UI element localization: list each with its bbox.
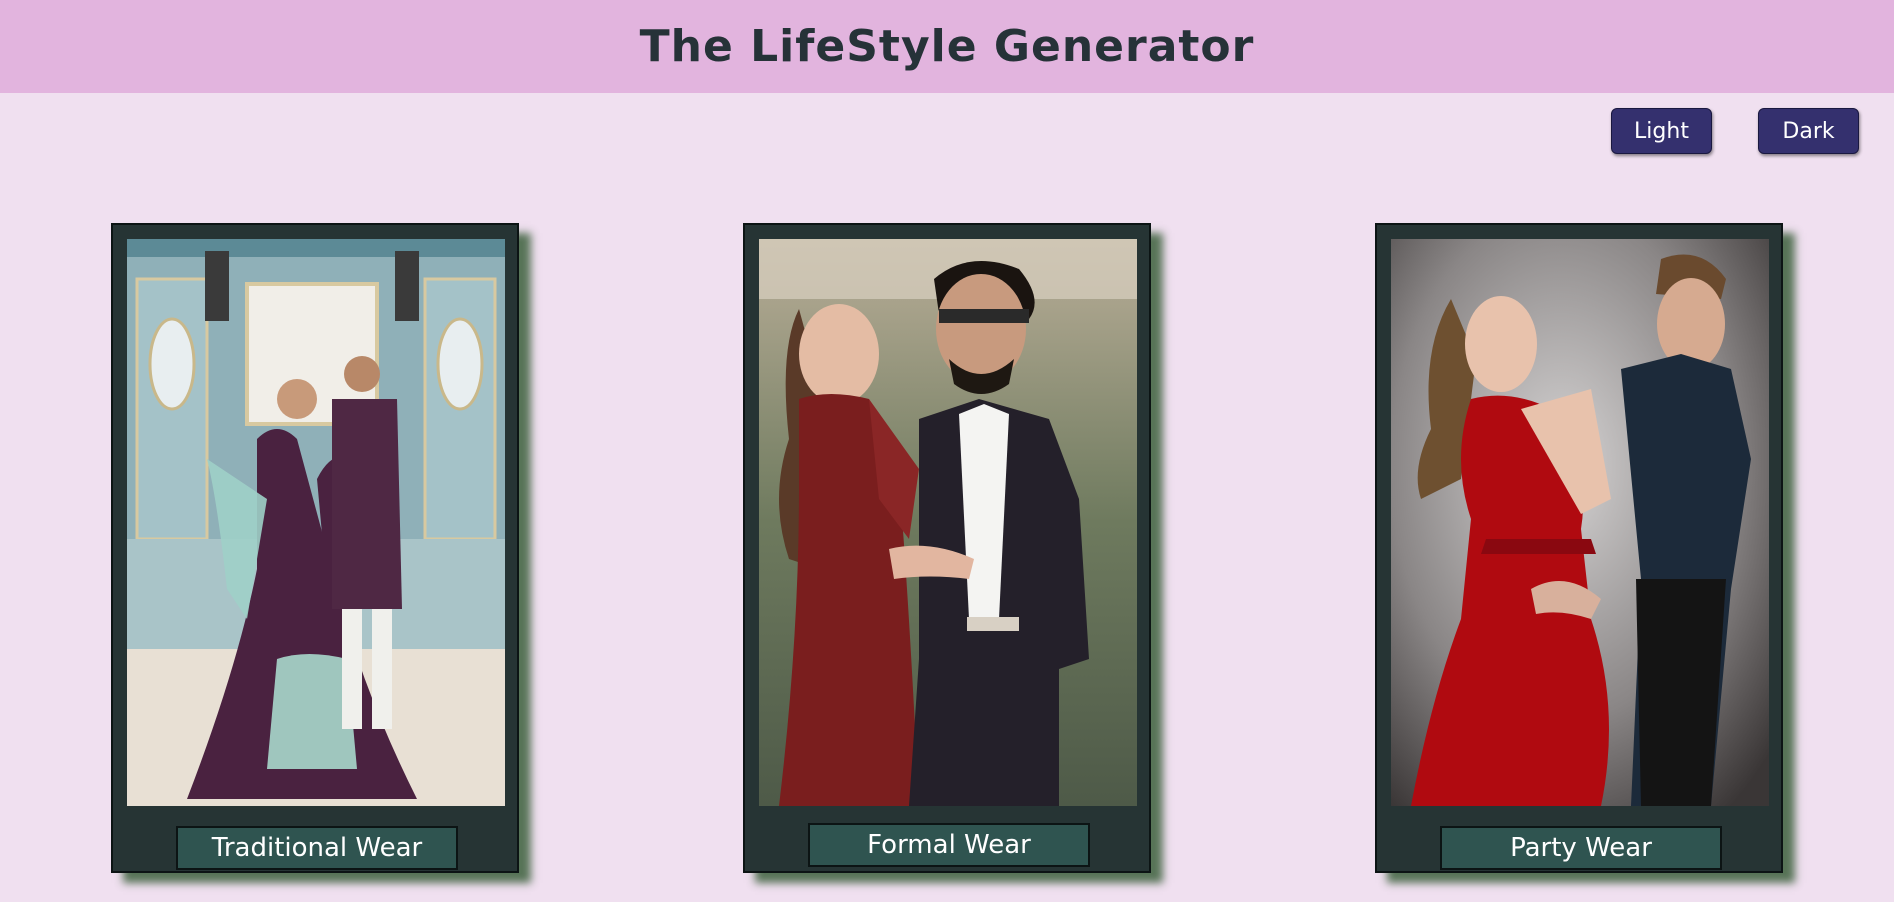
dark-theme-button[interactable]: Dark [1758,108,1859,154]
traditional-wear-photo[interactable] [127,239,505,806]
traditional-wear-label[interactable]: Traditional Wear [176,826,458,870]
party-wear-photo[interactable] [1391,239,1769,806]
party-wear-card[interactable]: Party Wear [1375,223,1783,873]
formal-wear-label[interactable]: Formal Wear [808,823,1090,867]
light-theme-button[interactable]: Light [1611,108,1712,154]
page-title: The LifeStyle Generator [639,21,1255,72]
formal-wear-photo[interactable] [759,239,1137,806]
traditional-wear-card[interactable]: Traditional Wear [111,223,519,873]
party-wear-label[interactable]: Party Wear [1440,826,1722,870]
formal-wear-card[interactable]: Formal Wear [743,223,1151,873]
page-header: The LifeStyle Generator [0,0,1894,93]
